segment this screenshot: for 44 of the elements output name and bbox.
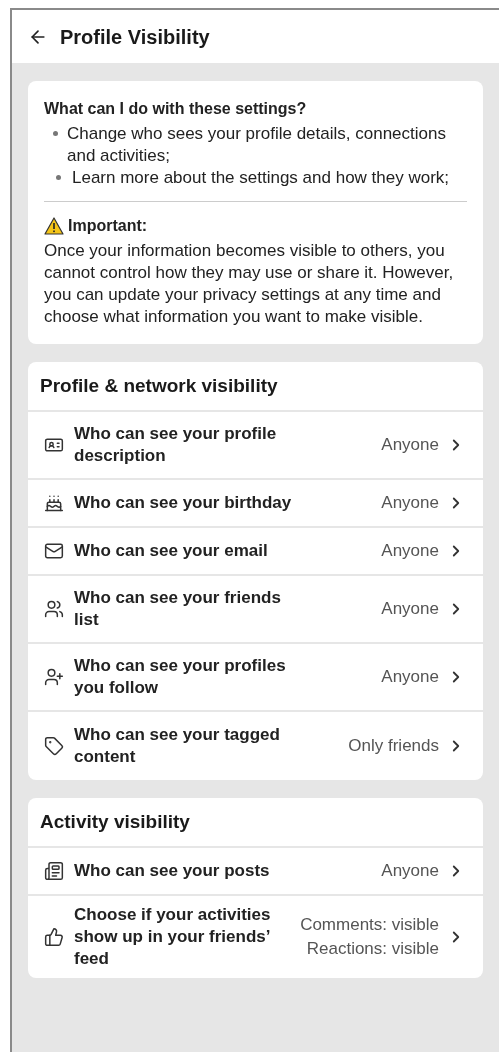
setting-label: Who can see your profile description	[74, 423, 278, 467]
setting-row[interactable]: Who can see your birthday Anyone	[28, 480, 483, 528]
thumbs-up-icon	[44, 927, 64, 947]
mail-icon	[44, 541, 64, 561]
setting-value: Anyone	[381, 860, 439, 882]
setting-value: Anyone	[381, 492, 439, 514]
setting-label: Who can see your posts	[74, 860, 271, 882]
bullet-icon	[55, 175, 61, 180]
setting-label: Who can see your email	[74, 540, 269, 562]
add-person-icon	[44, 667, 64, 687]
bullet-icon	[53, 131, 58, 136]
setting-row[interactable]: Who can see your posts Anyone	[28, 848, 483, 896]
setting-value: Anyone	[381, 434, 439, 456]
setting-row[interactable]: Who can see your profiles you follow Anyone	[28, 644, 483, 712]
id-card-icon	[44, 435, 64, 455]
info-bullet-text: Change who sees your profile details, connections and activities;	[67, 123, 447, 167]
setting-label: Who can see your birthday	[74, 492, 292, 514]
setting-value: Anyone	[381, 540, 439, 562]
setting-value: Comments: visible	[300, 914, 439, 936]
section-title: Profile & network visibility	[40, 373, 278, 398]
warning-icon	[44, 217, 64, 235]
people-icon	[44, 599, 64, 619]
cake-icon	[44, 493, 64, 513]
page-title: Profile Visibility	[60, 24, 210, 50]
setting-label: Who can see your profiles you follow	[74, 655, 287, 699]
setting-label: Choose if your activities show up in your friends’ feed	[74, 904, 272, 970]
warning-title: Important:	[68, 216, 148, 236]
info-bullet-text: Learn more about the settings and how they work;	[72, 167, 450, 189]
setting-row[interactable]: Choose if your activities show up in your friends’ feed Comments: visible Reactions: visible	[28, 896, 483, 978]
setting-label: Who can see your friends list	[74, 587, 282, 631]
setting-value: Reactions: visible	[306, 938, 439, 960]
setting-label: Who can see your tagged content	[74, 724, 281, 768]
setting-value: Anyone	[381, 666, 439, 688]
info-heading: What can I do with these settings?	[44, 99, 308, 119]
setting-row[interactable]: Who can see your profile description Anyone	[28, 412, 483, 480]
setting-row[interactable]: Who can see your friends list Anyone	[28, 576, 483, 644]
tag-icon	[44, 736, 64, 756]
setting-value: Anyone	[381, 598, 439, 620]
warning-text: Once your information becomes visible to others, you cannot control how they may use or share it. However, you can update your privacy settings at any time and choose what information you want to make visible.	[44, 240, 455, 328]
section-title: Activity visibility	[40, 809, 190, 834]
setting-value: Only friends	[348, 735, 439, 757]
setting-row[interactable]: Who can see your email Anyone	[28, 528, 483, 576]
setting-row[interactable]: Who can see your tagged content Only friends	[28, 712, 483, 780]
newspaper-icon	[44, 861, 64, 881]
